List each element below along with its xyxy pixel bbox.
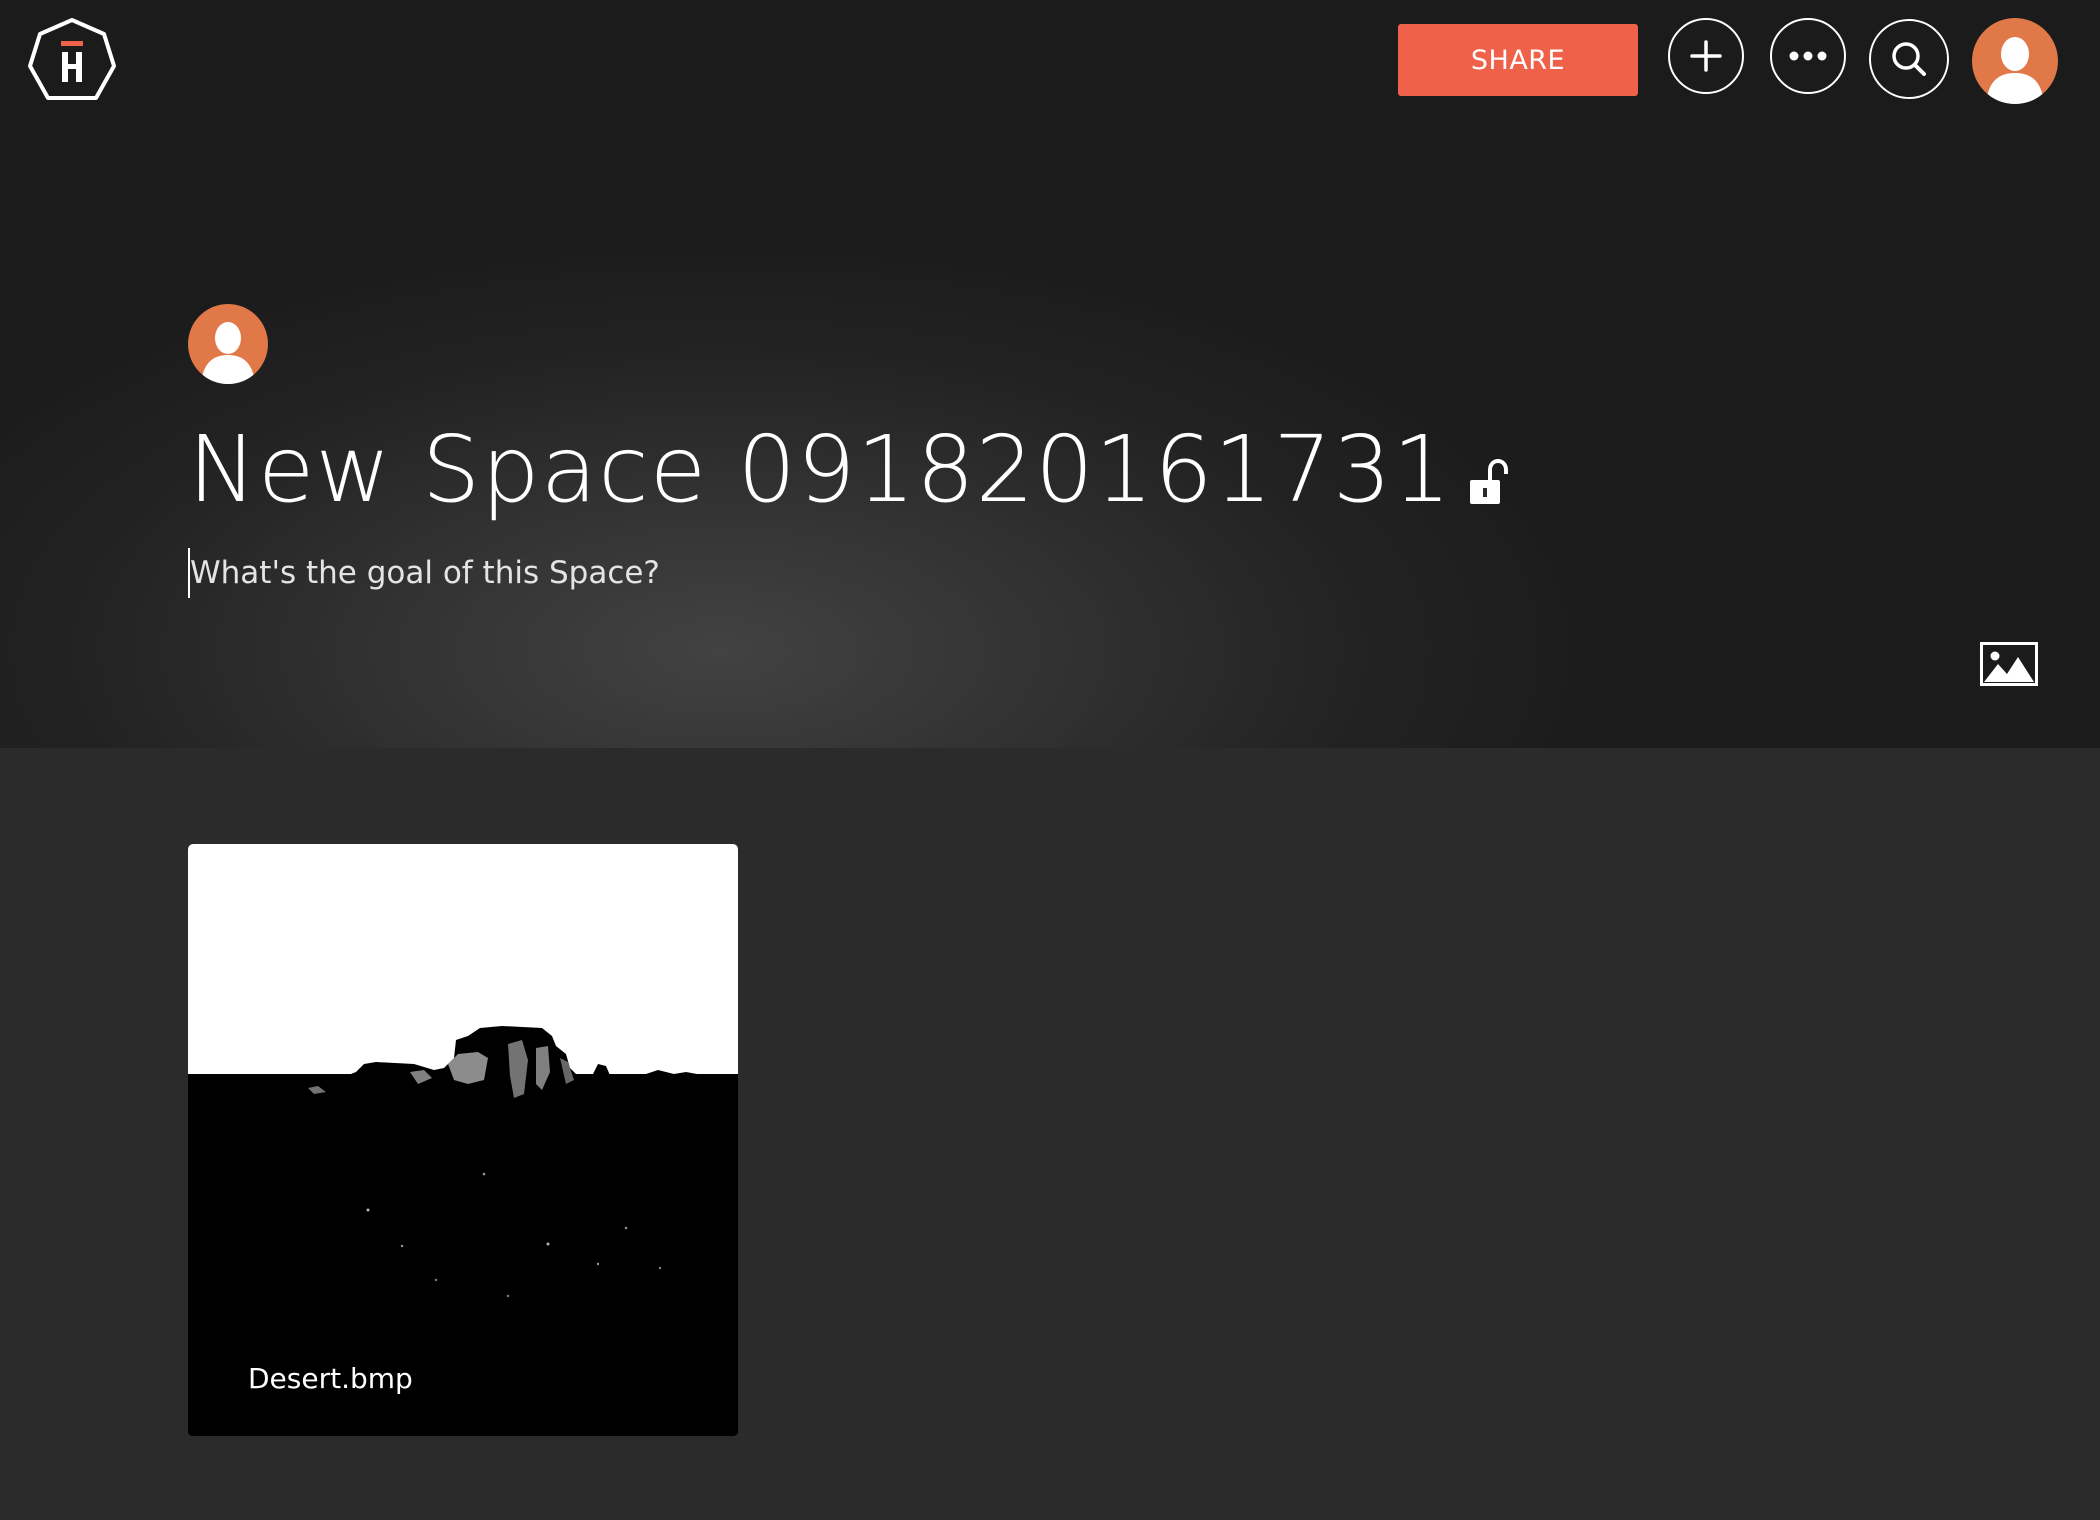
desert-thumbnail — [188, 844, 738, 1436]
plus-icon — [1690, 40, 1722, 72]
space-header — [0, 0, 2100, 748]
share-button[interactable]: SHARE — [1398, 24, 1638, 96]
more-options-button[interactable] — [1770, 18, 1846, 94]
owner-avatar[interactable] — [188, 304, 268, 384]
search-icon — [1892, 42, 1926, 76]
space-title[interactable]: New Space 0918201617​31 — [188, 410, 1452, 530]
image-icon[interactable] — [1980, 642, 2038, 686]
space-title-row: New Space 0918201617​31 — [188, 410, 1508, 530]
space-goal-input[interactable] — [188, 548, 1090, 598]
user-avatar-icon — [201, 322, 255, 384]
unlocked-icon[interactable] — [1468, 458, 1508, 506]
more-dots-icon — [1789, 51, 1827, 61]
user-avatar-icon[interactable] — [1972, 18, 2058, 104]
search-button[interactable] — [1869, 19, 1949, 99]
item-card[interactable]: Desert.bmp — [188, 844, 738, 1436]
item-name: Desert.bmp — [248, 1362, 413, 1395]
app-logo-icon[interactable] — [26, 16, 118, 108]
app-root: SHARE New Sp — [0, 0, 2100, 1520]
add-button[interactable] — [1668, 18, 1744, 94]
